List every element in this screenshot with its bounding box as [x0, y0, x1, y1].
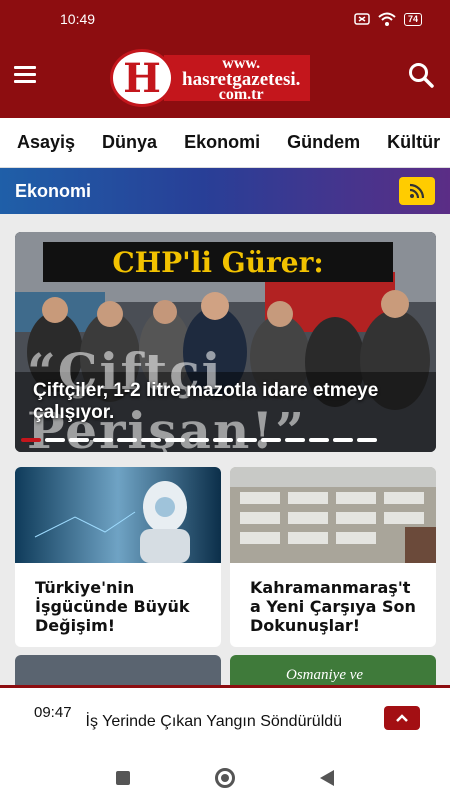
- slider-dot[interactable]: [117, 438, 137, 442]
- slider-dot[interactable]: [357, 438, 377, 442]
- slider-dot[interactable]: [261, 438, 281, 442]
- slider-dot[interactable]: [333, 438, 353, 442]
- card-title: Türkiye'nin İşgücünde Büyük Değişim!: [35, 578, 190, 635]
- battery-icon: 74: [403, 12, 422, 26]
- app-header: H www. hasretgazetesi. com.tr: [0, 38, 450, 118]
- ticker-expand-button[interactable]: [384, 706, 420, 730]
- wifi-icon: [378, 12, 396, 26]
- hero-caption: Çiftçiler, 1-2 litre mazotla idare etmey…: [33, 380, 379, 423]
- slider-dot[interactable]: [285, 438, 305, 442]
- back-icon[interactable]: [320, 769, 334, 786]
- rss-icon: [409, 183, 425, 199]
- status-time: 10:49: [60, 11, 96, 27]
- chevron-up-icon: [396, 714, 408, 722]
- site-logo[interactable]: H www. hasretgazetesi. com.tr: [110, 48, 340, 108]
- logo-mark-icon: H: [110, 49, 174, 107]
- logo-text: www. hasretgazetesi. com.tr: [164, 55, 311, 103]
- home-icon[interactable]: [215, 767, 235, 788]
- slider-dots[interactable]: [21, 438, 377, 442]
- slider-dot[interactable]: [309, 438, 329, 442]
- slider-dot[interactable]: [165, 438, 185, 442]
- slider-dot[interactable]: [141, 438, 161, 442]
- nav-item-gundem[interactable]: Gündem: [287, 132, 360, 153]
- slider-dot[interactable]: [45, 438, 65, 442]
- section-title: Ekonomi: [15, 180, 92, 201]
- card-image-market: [230, 467, 436, 563]
- slider-dot[interactable]: [21, 438, 41, 442]
- hamburger-menu-icon[interactable]: [14, 66, 36, 84]
- system-nav-bar: [0, 755, 450, 800]
- peek-text: Osmaniye ve: [286, 667, 364, 683]
- slider-dot[interactable]: [189, 438, 209, 442]
- slider-dot[interactable]: [213, 438, 233, 442]
- slider-dot[interactable]: [237, 438, 257, 442]
- card-image-robot: [15, 467, 221, 563]
- card-title: Kahramanmaraş't a Yeni Çarşıya Son Dokun…: [250, 578, 416, 635]
- slider-dot[interactable]: [69, 438, 89, 442]
- status-bar: 10:49 74: [0, 0, 450, 38]
- sim-off-icon: [354, 13, 370, 25]
- nav-item-ekonomi[interactable]: Ekonomi: [184, 132, 260, 153]
- news-card[interactable]: Türkiye'nin İşgücünde Büyük Değişim!: [15, 467, 221, 647]
- slider-dot[interactable]: [93, 438, 113, 442]
- nav-item-asayis[interactable]: Asayiş: [17, 132, 75, 153]
- search-icon[interactable]: [408, 62, 434, 88]
- rss-button[interactable]: [399, 177, 435, 205]
- nav-item-kultur[interactable]: Kültür: [387, 132, 440, 153]
- status-icons: 74: [354, 12, 422, 26]
- hero-slider[interactable]: CHP'li Gürer: “Çiftçi Perişan!” Çiftçile…: [15, 232, 436, 452]
- section-header: Ekonomi: [0, 168, 450, 214]
- news-ticker[interactable]: 09:47 İş Yerinde Çıkan Yangın Söndürüldü: [0, 685, 450, 755]
- nav-item-dunya[interactable]: Dünya: [102, 132, 157, 153]
- recent-apps-icon[interactable]: [116, 770, 130, 785]
- hero-banner: CHP'li Gürer:: [43, 242, 393, 282]
- category-nav: Asayiş Dünya Ekonomi Gündem Kültür: [0, 118, 450, 168]
- ticker-time: 09:47: [34, 704, 72, 721]
- ticker-text[interactable]: İş Yerinde Çıkan Yangın Söndürüldü: [86, 712, 346, 732]
- news-card-peek[interactable]: Osmaniye ve: [230, 655, 436, 689]
- news-card-peek[interactable]: [15, 655, 221, 689]
- news-card[interactable]: Kahramanmaraş't a Yeni Çarşıya Son Dokun…: [230, 467, 436, 647]
